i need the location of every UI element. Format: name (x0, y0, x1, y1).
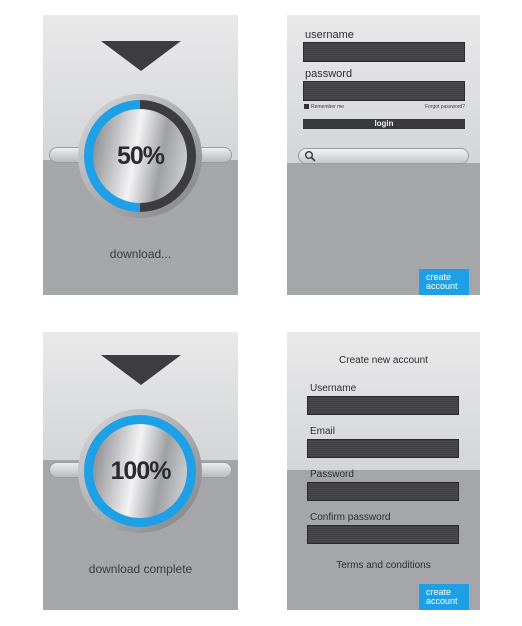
username-label: username (305, 29, 354, 41)
forgot-password-link[interactable]: Forgot password? (425, 104, 465, 110)
confirm-password-label: Confirm password (310, 512, 391, 523)
download-status: download complete (88, 562, 193, 576)
create-account-button[interactable]: create account (419, 269, 469, 295)
register-panel: Create new account Username Email Passwo… (287, 332, 480, 610)
username-field[interactable] (303, 42, 465, 62)
password-field[interactable] (303, 81, 465, 101)
terms-link[interactable]: Terms and conditions (287, 560, 480, 571)
search-input[interactable] (298, 148, 469, 164)
down-arrow-icon[interactable] (101, 41, 181, 71)
username-field[interactable] (307, 396, 459, 415)
download-complete-panel: 100% download complete (43, 332, 238, 610)
login-button[interactable]: login (303, 119, 465, 129)
search-icon (305, 151, 316, 162)
username-label: Username (310, 383, 357, 394)
progress-percent: 50% (116, 142, 165, 170)
email-field[interactable] (307, 439, 459, 458)
download-status: download... (109, 247, 172, 261)
password-label: Password (310, 469, 354, 480)
down-arrow-icon[interactable] (101, 355, 181, 385)
email-label: Email (310, 426, 336, 437)
password-field[interactable] (307, 482, 459, 501)
progress-percent: 100% (110, 457, 172, 485)
download-progress-panel: 50% download... (43, 15, 238, 295)
remember-me-label: Remember me (311, 104, 345, 110)
create-account-line2: account (426, 596, 458, 606)
register-title: Create new account (339, 355, 428, 366)
create-account-button[interactable]: create account (419, 584, 469, 610)
confirm-password-field[interactable] (307, 525, 459, 544)
remember-me-checkbox[interactable] (304, 104, 309, 109)
login-panel: username password Remember me Forgot pas… (287, 15, 480, 295)
create-account-line2: account (426, 281, 458, 291)
password-label: password (305, 68, 353, 80)
